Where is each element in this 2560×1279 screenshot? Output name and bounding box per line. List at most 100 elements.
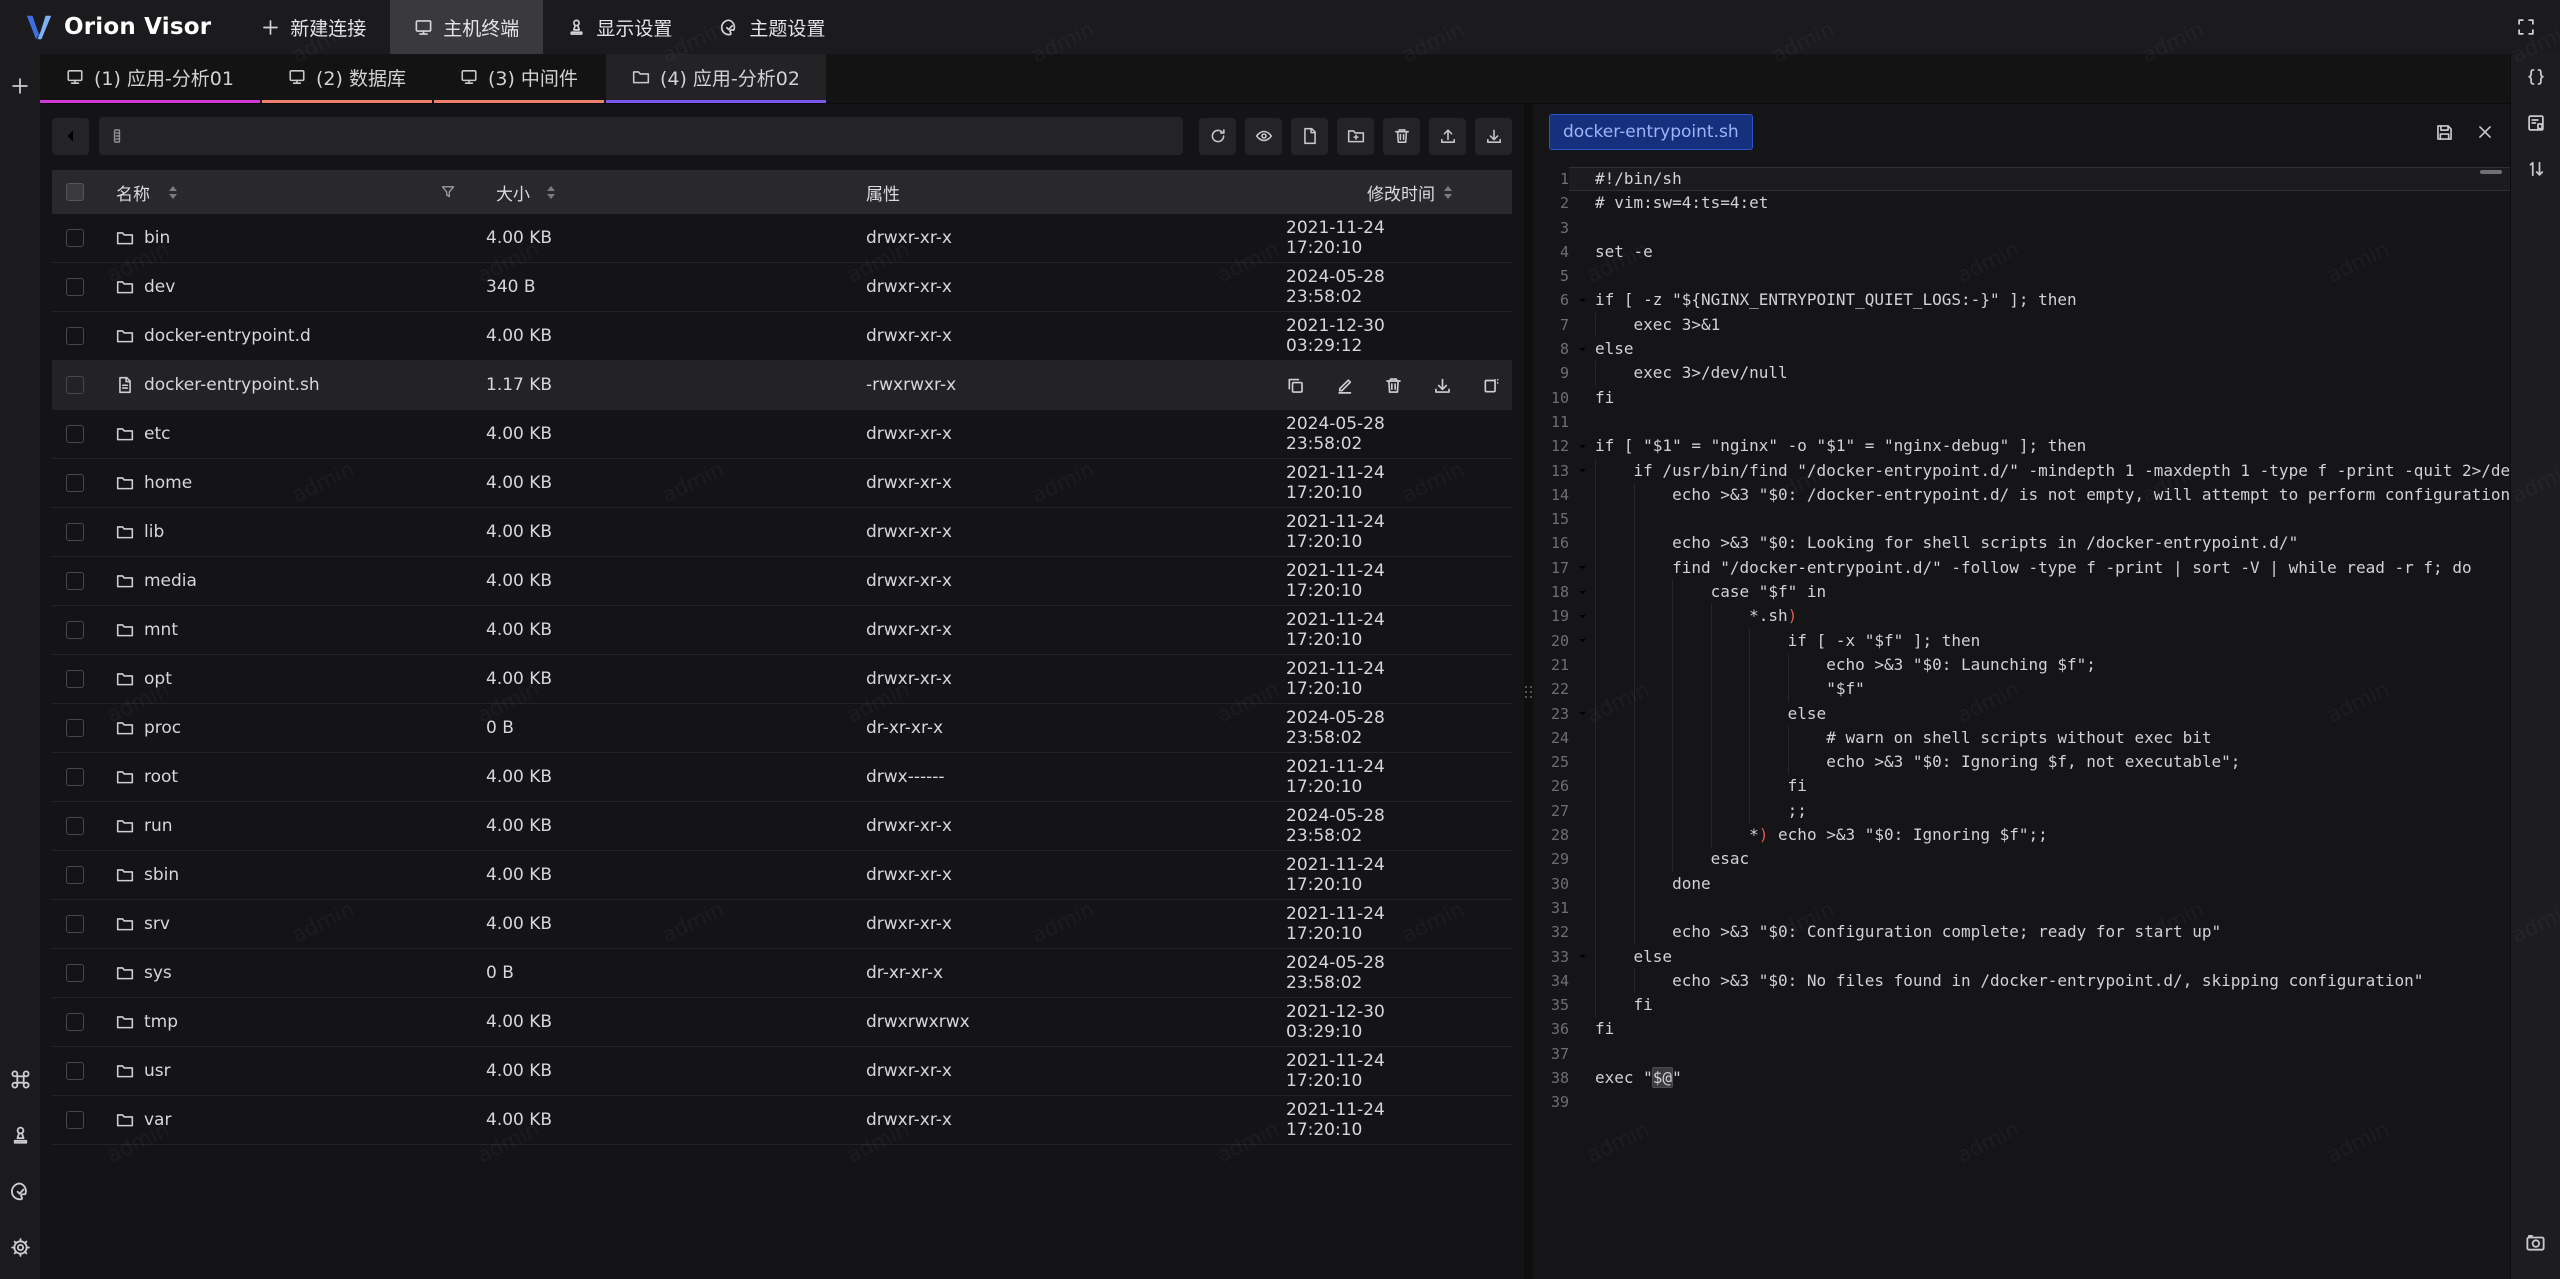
new-file-button[interactable] bbox=[1291, 118, 1328, 155]
table-row[interactable]: etc4.00 KBdrwxr-xr-x2024-05-28 23:58:02 bbox=[52, 410, 1512, 459]
code-line-35[interactable]: 35 fi bbox=[1533, 993, 2510, 1017]
nav-item-3[interactable]: 显示设置 bbox=[543, 0, 696, 54]
sort-carets-icon[interactable] bbox=[547, 186, 555, 199]
save-button[interactable] bbox=[2435, 123, 2454, 142]
code-line-34[interactable]: 34 echo >&3 "$0: No files found in /dock… bbox=[1533, 969, 2510, 993]
code-line-10[interactable]: 10fi bbox=[1533, 386, 2510, 410]
table-row[interactable]: docker-entrypoint.d4.00 KBdrwxr-xr-x2021… bbox=[52, 312, 1512, 361]
row-checkbox[interactable] bbox=[66, 572, 84, 590]
row-checkbox[interactable] bbox=[66, 229, 84, 247]
code-line-21[interactable]: 21 echo >&3 "$0: Launching $f"; bbox=[1533, 653, 2510, 677]
table-row[interactable]: dev340 Bdrwxr-xr-x2024-05-28 23:58:02 bbox=[52, 263, 1512, 312]
fold-chevron-icon[interactable] bbox=[1569, 288, 1595, 312]
code-line-22[interactable]: 22 "$f" bbox=[1533, 677, 2510, 701]
fold-chevron-icon[interactable] bbox=[1569, 629, 1595, 653]
table-row[interactable]: mnt4.00 KBdrwxr-xr-x2021-11-24 17:20:10 bbox=[52, 606, 1512, 655]
table-row[interactable]: lib4.00 KBdrwxr-xr-x2021-11-24 17:20:10 bbox=[52, 508, 1512, 557]
terminal-tab-1[interactable]: (1) 应用-分析01 bbox=[40, 54, 260, 103]
plus-button[interactable] bbox=[0, 64, 40, 108]
back-button[interactable] bbox=[52, 118, 89, 155]
row-checkbox[interactable] bbox=[66, 376, 84, 394]
code-line-38[interactable]: 38exec "$@" bbox=[1533, 1066, 2510, 1090]
table-row[interactable]: bin4.00 KBdrwxr-xr-x2021-11-24 17:20:10 bbox=[52, 214, 1512, 263]
camera-button[interactable] bbox=[2511, 1219, 2560, 1265]
table-row[interactable]: root4.00 KBdrwx------2021-11-24 17:20:10 bbox=[52, 753, 1512, 802]
code-line-37[interactable]: 37 bbox=[1533, 1042, 2510, 1066]
trash-action-icon[interactable] bbox=[1384, 376, 1403, 395]
row-checkbox[interactable] bbox=[66, 817, 84, 835]
code-area[interactable]: 1#!/bin/sh2# vim:sw=4:ts=4:et34set -e56i… bbox=[1533, 160, 2510, 1279]
code-line-2[interactable]: 2# vim:sw=4:ts=4:et bbox=[1533, 191, 2510, 215]
code-line-4[interactable]: 4set -e bbox=[1533, 240, 2510, 264]
table-row[interactable]: home4.00 KBdrwxr-xr-x2021-11-24 17:20:10 bbox=[52, 459, 1512, 508]
code-line-36[interactable]: 36fi bbox=[1533, 1017, 2510, 1041]
code-line-14[interactable]: 14 echo >&3 "$0: /docker-entrypoint.d/ i… bbox=[1533, 483, 2510, 507]
table-row[interactable]: usr4.00 KBdrwxr-xr-x2021-11-24 17:20:10 bbox=[52, 1047, 1512, 1096]
terminal-tab-2[interactable]: (2) 数据库 bbox=[262, 54, 432, 103]
new-folder-button[interactable] bbox=[1337, 118, 1374, 155]
upload-button[interactable] bbox=[1429, 118, 1466, 155]
code-line-5[interactable]: 5 bbox=[1533, 264, 2510, 288]
code-line-1[interactable]: 1#!/bin/sh bbox=[1533, 167, 2510, 191]
code-line-18[interactable]: 18 case "$f" in bbox=[1533, 580, 2510, 604]
command-button[interactable] bbox=[0, 1057, 40, 1101]
nav-item-1[interactable]: 新建连接 bbox=[237, 0, 390, 54]
row-checkbox[interactable] bbox=[66, 1111, 84, 1129]
row-checkbox[interactable] bbox=[66, 1062, 84, 1080]
table-row[interactable]: proc0 Bdr-xr-xr-x2024-05-28 23:58:02 bbox=[52, 704, 1512, 753]
table-row[interactable]: media4.00 KBdrwxr-xr-x2021-11-24 17:20:1… bbox=[52, 557, 1512, 606]
palette-button[interactable] bbox=[0, 1169, 40, 1213]
code-line-15[interactable]: 15 bbox=[1533, 507, 2510, 531]
table-row[interactable]: var4.00 KBdrwxr-xr-x2021-11-24 17:20:10 bbox=[52, 1096, 1512, 1145]
copy-action-icon[interactable] bbox=[1286, 376, 1305, 395]
path-input-box[interactable] bbox=[99, 117, 1183, 155]
table-row[interactable]: srv4.00 KBdrwxr-xr-x2021-11-24 17:20:10 bbox=[52, 900, 1512, 949]
code-line-6[interactable]: 6if [ -z "${NGINX_ENTRYPOINT_QUIET_LOGS:… bbox=[1533, 288, 2510, 312]
code-line-26[interactable]: 26 fi bbox=[1533, 774, 2510, 798]
nav-item-4[interactable]: 主题设置 bbox=[696, 0, 849, 54]
add-tab-button[interactable] bbox=[828, 54, 884, 103]
sort-button[interactable] bbox=[2511, 146, 2560, 192]
code-line-29[interactable]: 29 esac bbox=[1533, 847, 2510, 871]
code-line-32[interactable]: 32 echo >&3 "$0: Configuration complete;… bbox=[1533, 920, 2510, 944]
code-line-7[interactable]: 7 exec 3>&1 bbox=[1533, 313, 2510, 337]
code-line-31[interactable]: 31 bbox=[1533, 896, 2510, 920]
header-name[interactable]: 名称 bbox=[116, 180, 486, 205]
code-line-24[interactable]: 24 # warn on shell scripts without exec … bbox=[1533, 726, 2510, 750]
row-checkbox[interactable] bbox=[66, 866, 84, 884]
close-panel-button[interactable] bbox=[2462, 54, 2510, 103]
code-line-25[interactable]: 25 echo >&3 "$0: Ignoring $f, not execut… bbox=[1533, 750, 2510, 774]
row-checkbox[interactable] bbox=[66, 768, 84, 786]
code-line-16[interactable]: 16 echo >&3 "$0: Looking for shell scrip… bbox=[1533, 531, 2510, 555]
row-checkbox[interactable] bbox=[66, 621, 84, 639]
fold-chevron-icon[interactable] bbox=[1569, 580, 1595, 604]
table-row[interactable]: tmp4.00 KBdrwxrwxrwx2021-12-30 03:29:10 bbox=[52, 998, 1512, 1047]
terminal-tab-3[interactable]: (3) 中间件 bbox=[434, 54, 604, 103]
download-button[interactable] bbox=[1475, 118, 1512, 155]
code-line-27[interactable]: 27 ;; bbox=[1533, 799, 2510, 823]
stamp-button[interactable] bbox=[0, 1113, 40, 1157]
code-line-9[interactable]: 9 exec 3>/dev/null bbox=[1533, 361, 2510, 385]
editor-close-button[interactable] bbox=[2476, 123, 2494, 142]
row-checkbox[interactable] bbox=[66, 1013, 84, 1031]
row-checkbox[interactable] bbox=[66, 719, 84, 737]
code-line-20[interactable]: 20 if [ -x "$f" ]; then bbox=[1533, 629, 2510, 653]
code-line-3[interactable]: 3 bbox=[1533, 216, 2510, 240]
header-size[interactable]: 大小 bbox=[486, 180, 866, 205]
code-line-8[interactable]: 8else bbox=[1533, 337, 2510, 361]
row-checkbox[interactable] bbox=[66, 915, 84, 933]
fullscreen-button[interactable] bbox=[2506, 7, 2546, 47]
fold-chevron-icon[interactable] bbox=[1569, 702, 1595, 726]
table-row[interactable]: run4.00 KBdrwxr-xr-x2024-05-28 23:58:02 bbox=[52, 802, 1512, 851]
editor-file-tab[interactable]: docker-entrypoint.sh bbox=[1549, 114, 1753, 150]
refresh-button[interactable] bbox=[1199, 118, 1236, 155]
fold-chevron-icon[interactable] bbox=[1569, 434, 1595, 458]
code-line-23[interactable]: 23 else bbox=[1533, 702, 2510, 726]
braces-button[interactable] bbox=[2511, 54, 2560, 100]
header-mtime[interactable]: 修改时间 bbox=[1286, 180, 1512, 205]
row-checkbox[interactable] bbox=[66, 523, 84, 541]
code-line-13[interactable]: 13 if /usr/bin/find "/docker-entrypoint.… bbox=[1533, 459, 2510, 483]
edit-action-icon[interactable] bbox=[1335, 376, 1354, 395]
code-line-17[interactable]: 17 find "/docker-entrypoint.d/" -follow … bbox=[1533, 556, 2510, 580]
panel-resize-divider[interactable] bbox=[1524, 104, 1533, 1279]
